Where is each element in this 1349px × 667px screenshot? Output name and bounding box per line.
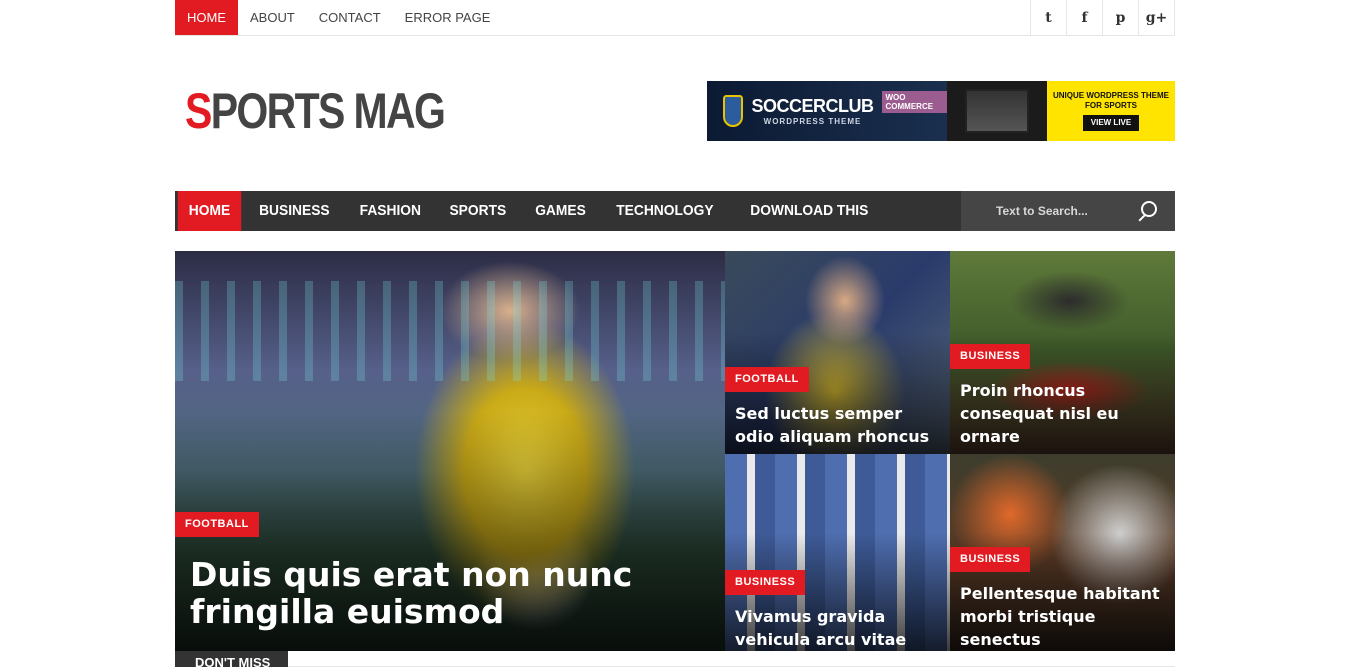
top-link-about[interactable]: ABOUT <box>238 0 307 35</box>
woocommerce-badge: WOO COMMERCE <box>881 91 947 113</box>
post-title[interactable]: Duis quis erat non nunc fringilla euismo… <box>190 556 725 630</box>
featured-post-3[interactable]: BUSINESS Vivamus gravida vehicula arcu v… <box>725 454 950 651</box>
pinterest-icon[interactable]: p <box>1103 0 1139 35</box>
dont-miss-section: DON'T MISS <box>175 651 1175 667</box>
google-plus-icon[interactable]: g+ <box>1139 0 1175 35</box>
section-heading: DON'T MISS <box>175 651 289 667</box>
category-badge[interactable]: FOOTBALL <box>175 512 259 537</box>
top-link-contact[interactable]: CONTACT <box>307 0 393 35</box>
site-logo[interactable]: SPORTS MAG <box>185 83 446 139</box>
top-links: HOME ABOUT CONTACT ERROR PAGE <box>175 0 502 35</box>
soccerclub-shield-icon <box>723 95 744 127</box>
nav-item-technology[interactable]: TECHNOLOGY <box>605 191 724 231</box>
nav-item-sports[interactable]: SPORTS <box>439 191 518 231</box>
featured-post-2[interactable]: BUSINESS Proin rhoncus consequat nisl eu… <box>950 251 1175 454</box>
banner-cta-area: UNIQUE WORDPRESS THEME FOR SPORTS VIEW L… <box>1047 81 1175 141</box>
banner-view-live-button[interactable]: VIEW LIVE <box>1082 115 1140 131</box>
twitter-icon[interactable]: t <box>1031 0 1067 35</box>
post-title[interactable]: Vivamus gravida vehicula arcu vitae <box>735 605 945 651</box>
banner-tagline: UNIQUE WORDPRESS THEME FOR SPORTS <box>1052 91 1169 110</box>
header-banner-ad[interactable]: SOCCERCLUB WORDPRESS THEME WOO COMMERCE … <box>707 81 1175 141</box>
top-link-error-page[interactable]: ERROR PAGE <box>393 0 503 35</box>
post-title[interactable]: Proin rhoncus consequat nisl eu ornare <box>960 379 1170 448</box>
nav-item-games[interactable]: GAMES <box>524 191 597 231</box>
featured-main-post[interactable]: FOOTBALL Duis quis erat non nunc fringil… <box>175 251 725 651</box>
category-badge[interactable]: BUSINESS <box>725 570 806 595</box>
nav-item-business[interactable]: BUSINESS <box>248 191 341 231</box>
category-badge[interactable]: BUSINESS <box>950 547 1031 572</box>
nav-item-home[interactable]: HOME <box>177 191 242 231</box>
logo-text: PORTS MAG <box>210 83 446 139</box>
social-links: t f p g+ <box>1030 0 1175 35</box>
main-menu: HOME BUSINESS FASHION SPORTS GAMES TECHN… <box>175 191 961 259</box>
search-box <box>961 191 1175 231</box>
category-badge[interactable]: BUSINESS <box>950 344 1031 369</box>
main-nav: HOME BUSINESS FASHION SPORTS GAMES TECHN… <box>175 191 1175 259</box>
device-screen-image <box>965 89 1029 133</box>
featured-post-1[interactable]: FOOTBALL Sed luctus semper odio aliquam … <box>725 251 950 454</box>
search-input[interactable] <box>996 204 1127 218</box>
facebook-icon[interactable]: f <box>1067 0 1103 35</box>
site-header: SPORTS MAG SOCCERCLUB WORDPRESS THEME WO… <box>175 36 1175 191</box>
top-link-home[interactable]: HOME <box>175 0 238 35</box>
post-title[interactable]: Sed luctus semper odio aliquam rhoncus <box>735 402 945 448</box>
category-badge[interactable]: FOOTBALL <box>725 367 809 392</box>
featured-post-4[interactable]: BUSINESS Pellentesque habitant morbi tri… <box>950 454 1175 651</box>
banner-screens <box>947 81 1047 141</box>
search-icon[interactable] <box>1137 201 1157 221</box>
banner-brand: SOCCERCLUB WORDPRESS THEME <box>751 96 874 126</box>
banner-brand-area: SOCCERCLUB WORDPRESS THEME WOO COMMERCE <box>707 81 947 141</box>
post-title[interactable]: Pellentesque habitant morbi tristique se… <box>960 582 1170 651</box>
banner-brand-sub: WORDPRESS THEME <box>763 117 862 126</box>
featured-grid: FOOTBALL Duis quis erat non nunc fringil… <box>175 251 1175 651</box>
banner-brand-name: SOCCERCLUB <box>751 96 874 116</box>
nav-item-download-template[interactable]: DOWNLOAD THIS TEMPLATE <box>739 191 952 259</box>
nav-item-fashion[interactable]: FASHION <box>348 191 431 231</box>
logo-initial: S <box>185 83 212 139</box>
top-bar: HOME ABOUT CONTACT ERROR PAGE t f p g+ <box>175 0 1175 36</box>
